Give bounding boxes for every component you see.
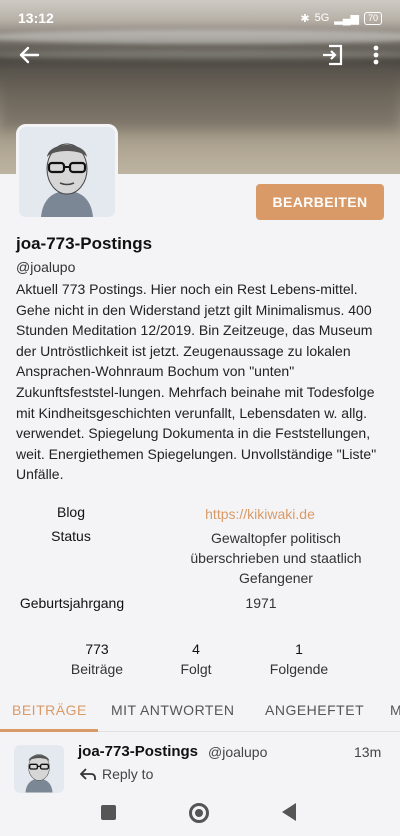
field-label-status: Status (51, 528, 91, 544)
stat-following-count[interactable]: 4 (156, 641, 236, 657)
profile-tabs: BEITRÄGE MIT ANTWORTEN ANGEHEFTET M (0, 688, 400, 732)
signal-icon: ▂▄▆ (334, 12, 359, 25)
profile-display-name: joa-773-Postings (16, 234, 153, 253)
network-label: 5G (314, 12, 330, 24)
home-icon[interactable] (189, 803, 209, 823)
field-label-birth-year: Geburtsjahrgang (19, 595, 125, 611)
tab-media[interactable]: M (390, 688, 400, 732)
back-arrow-icon[interactable] (14, 40, 44, 70)
battery-icon: 70 (363, 11, 382, 25)
stat-following-label[interactable]: Folgt (151, 661, 241, 677)
battery-level: 70 (367, 12, 378, 23)
edit-profile-button[interactable]: BEARBEITEN (256, 184, 384, 220)
reply-to-label: Reply to (102, 766, 154, 782)
post-avatar[interactable] (14, 745, 64, 793)
status-time: 13:12 (18, 10, 54, 26)
post-timestamp: 13m (354, 744, 382, 760)
field-value-status: Gewaltopfer politisch überschrieben und … (190, 530, 362, 586)
top-app-bar (0, 38, 400, 72)
post-author-handle: @joalupo (208, 744, 268, 760)
exit-icon[interactable] (318, 40, 348, 70)
field-value-blog-link[interactable]: https://kikiwaki.de (170, 504, 350, 524)
field-label-blog: Blog (56, 504, 86, 520)
stat-followers-count[interactable]: 1 (259, 641, 339, 657)
profile-avatar[interactable] (16, 124, 118, 220)
active-tab-indicator (0, 729, 98, 732)
bluetooth-icon: ✱ (300, 12, 310, 25)
stat-posts-count[interactable]: 773 (57, 641, 137, 657)
post-author-name: joa-773-Postings (78, 743, 199, 760)
tab-with-replies[interactable]: MIT ANTWORTEN (111, 688, 234, 732)
more-options-icon[interactable] (364, 40, 388, 70)
stat-followers-label[interactable]: Folgende (254, 661, 344, 677)
field-value-birth-year: 1971 (245, 595, 277, 611)
system-nav-bar (0, 795, 400, 836)
profile-bio: Aktuell 773 Postings. Hier noch ein Rest… (16, 281, 377, 483)
reply-icon (79, 766, 96, 782)
status-bar: 13:12 ✱ 5G ▂▄▆ 70 (0, 0, 400, 36)
tab-posts[interactable]: BEITRÄGE (12, 688, 87, 732)
back-triangle-icon[interactable] (282, 803, 296, 821)
stat-posts-label[interactable]: Beiträge (52, 661, 142, 677)
status-item[interactable]: joa-773-Postings @joalupo 13m Reply to (0, 733, 400, 795)
recent-apps-icon[interactable] (101, 805, 116, 820)
tab-pinned[interactable]: ANGEHEFTET (265, 688, 364, 732)
profile-handle: @joalupo (16, 259, 76, 275)
